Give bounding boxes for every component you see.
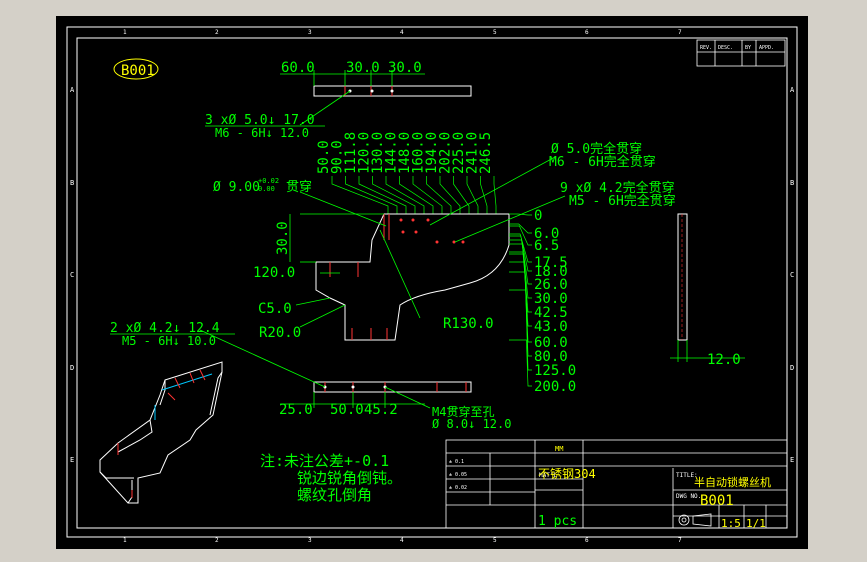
frame-row-letter: D	[70, 364, 74, 372]
bore-callout: Ø 9.00	[213, 180, 260, 195]
y-ordinate: 200.0	[534, 379, 576, 395]
title-small-left-3: ± 0.02	[449, 485, 467, 491]
rev-header-appd: APPD.	[759, 45, 774, 51]
title-dwg-label: DWG NO.	[676, 493, 701, 500]
frame-col-number: 5	[493, 537, 497, 544]
y-ordinate: 43.0	[534, 319, 568, 335]
title-scale-value: 1:5	[721, 517, 741, 530]
title-dwg-value: B001	[700, 493, 734, 509]
y-ordinate: 0	[534, 208, 542, 224]
callout-thru-line2: M6 - 6H完全贯穿	[549, 154, 656, 170]
frame-col-number: 6	[585, 29, 589, 36]
y-ordinate: 6.5	[534, 238, 559, 254]
frame-row-letter: E	[790, 456, 794, 464]
title-small-left-1: ± 0.1	[449, 459, 464, 465]
note-line-2: 锐边锐角倒钝。	[297, 469, 402, 487]
bore-tol-upper: +0.02	[258, 177, 279, 185]
hole-callout-bottom-line2: M5 - 6H↓ 10.0	[122, 334, 216, 348]
hole-x-ordinate: 246.5	[478, 132, 494, 174]
note-line-1: 注:未注公差+-0.1	[260, 452, 389, 470]
frame-col-number: 2	[215, 537, 219, 544]
title-small-left-2: ± 0.05	[449, 472, 467, 478]
y-ordinate: 125.0	[534, 363, 576, 379]
top-dim-60: 60.0	[281, 60, 315, 76]
m4-callout-line2: Ø 8.0↓ 12.0	[432, 417, 511, 431]
title-qty-value: 1 pcs	[538, 514, 577, 529]
side-dim-12: 12.0	[707, 352, 741, 368]
frame-col-number: 7	[678, 537, 682, 544]
bore-tol-lower: 0.00	[258, 185, 275, 193]
cad-drawing-canvas[interactable]: A AB BC CD DE E11223344556677 REV. DESC. BY A…	[0, 0, 867, 562]
frame-col-number: 3	[308, 537, 312, 544]
dim-30-vertical: 30.0	[275, 221, 291, 255]
title-unit-value: MM	[555, 445, 563, 453]
dim-120: 120.0	[253, 265, 295, 281]
rev-header-by: BY	[745, 45, 751, 51]
top-dim-30-a: 30.0	[346, 60, 380, 76]
bottom-dim-50: 50.0	[330, 402, 364, 418]
title-title-value: 半自动锁螺丝机	[694, 475, 771, 489]
frame-col-number: 5	[493, 29, 497, 36]
frame-col-number: 1	[123, 537, 127, 544]
frame-col-number: 3	[308, 29, 312, 36]
radius-r130: R130.0	[443, 316, 494, 332]
bore-suffix: 贯穿	[286, 179, 312, 195]
frame-row-letter: D	[790, 364, 794, 372]
frame-row-letter: B	[70, 179, 74, 187]
top-dim-30-b: 30.0	[388, 60, 422, 76]
frame-row-letter: C	[70, 271, 74, 279]
note-line-3: 螺纹孔倒角	[297, 486, 372, 504]
title-sheet-value: 1/1	[746, 517, 766, 530]
frame-col-number: 6	[585, 537, 589, 544]
hole-callout-top-line2: M6 - 6H↓ 12.0	[215, 126, 309, 140]
bottom-dim-25: 25.0	[279, 402, 313, 418]
radius-r20: R20.0	[259, 325, 301, 341]
frame-col-number: 7	[678, 29, 682, 36]
frame-col-number: 1	[123, 29, 127, 36]
rev-header-desc: DESC.	[718, 45, 733, 51]
bottom-dim-45: 45.2	[364, 402, 398, 418]
frame-row-letter: C	[790, 271, 794, 279]
part-id-label: B001	[121, 63, 155, 79]
frame-row-letter: E	[70, 456, 74, 464]
rev-header-rev: REV.	[700, 45, 712, 51]
callout-9x-line2: M5 - 6H完全贯穿	[569, 193, 676, 209]
frame-row-letter: B	[790, 179, 794, 187]
frame-col-number: 4	[400, 537, 404, 544]
frame-col-number: 2	[215, 29, 219, 36]
title-material-value: 不锈钢304	[538, 467, 596, 481]
frame-col-number: 4	[400, 29, 404, 36]
chamfer-c5: C5.0	[258, 301, 292, 317]
